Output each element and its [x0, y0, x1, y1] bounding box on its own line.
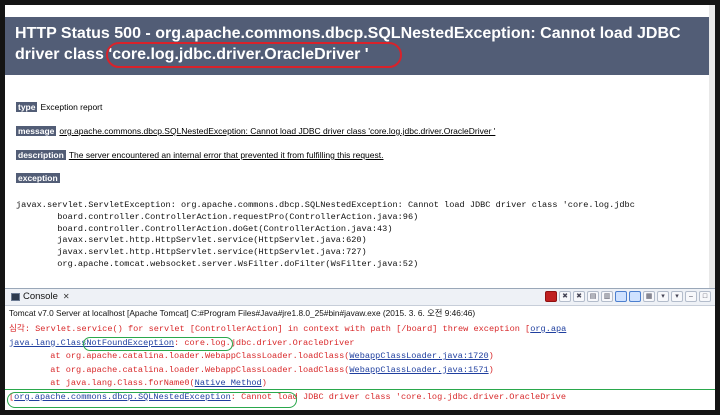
trace-line: javax.servlet.ServletException: org.apac… [16, 200, 635, 210]
exception-label: exception [16, 173, 60, 183]
console-link[interactable]: org.apa [530, 324, 566, 334]
pin-console-icon[interactable]: ▦ [643, 291, 655, 302]
console-line-1-text: 심각: Servlet.service() for servlet [Contr… [9, 324, 531, 334]
remove-launch-icon[interactable]: ✖ [559, 291, 571, 302]
show-on-error-icon[interactable] [629, 291, 641, 302]
maximize-icon[interactable]: □ [699, 291, 711, 302]
console-line-5-text: at java.lang.Class.forName0( [9, 378, 195, 389]
message-label: message [16, 126, 57, 136]
close-paren: ) [488, 351, 494, 362]
close-paren: ) [488, 364, 494, 375]
tab-console[interactable]: Console ✕ [7, 290, 76, 304]
description-value: The server encountered an internal error… [68, 150, 384, 160]
console-process-info: Tomcat v7.0 Server at localhost [Apache … [9, 308, 476, 318]
title-line-2-prefix: driver class [15, 46, 109, 63]
stack-trace: javax.servlet.ServletException: org.apac… [16, 200, 635, 271]
message-row: message org.apache.commons.dbcp.SQLNested… [16, 126, 495, 136]
minimize-icon[interactable]: – [685, 291, 697, 302]
exception-row: exception [16, 173, 63, 183]
description-label: description [16, 150, 66, 160]
trace-line: board.controller.ControllerAction.doGet(… [16, 223, 393, 234]
screenshot-frame: HTTP Status 500 - org.apache.commons.dbc… [5, 5, 715, 410]
error-page: HTTP Status 500 - org.apache.commons.dbc… [5, 5, 715, 288]
close-paren: ) [261, 378, 267, 389]
console-toolbar: ✖ ✖ ▤ ▥ ▦ ▾ ▾ – □ [545, 291, 711, 302]
title-line-1: HTTP Status 500 - org.apache.commons.dbc… [15, 25, 681, 42]
trace-line: javax.servlet.http.HttpServlet.service(H… [16, 235, 367, 246]
close-icon[interactable]: ✕ [63, 290, 70, 304]
open-console-icon[interactable]: ▾ [671, 291, 683, 302]
show-on-output-icon[interactable] [615, 291, 627, 302]
display-selected-console-icon[interactable]: ▾ [657, 291, 669, 302]
green-highlight-oval [7, 392, 297, 408]
tab-console-label: Console [23, 291, 58, 302]
trace-line: org.apache.tomcat.websocket.server.WsFil… [16, 258, 419, 269]
terminate-icon[interactable] [545, 291, 557, 302]
console-icon [11, 293, 20, 301]
console-line-4-text: at org.apache.catalina.loader.WebappClas… [9, 364, 350, 375]
console-view: Console ✕ ✖ ✖ ▤ ▥ ▦ ▾ ▾ – □ Tomcat v7.0 … [5, 288, 715, 410]
type-value: Exception report [40, 102, 103, 112]
green-highlight-oval [83, 337, 233, 351]
type-row: type Exception report [16, 102, 102, 112]
console-link[interactable]: WebappClassLoader.java:1720 [349, 351, 488, 361]
description-row: description The server encountered an int… [16, 150, 383, 160]
page-scrollbar[interactable] [709, 5, 715, 288]
trace-line: javax.servlet.http.HttpServlet.service(H… [16, 247, 367, 258]
trace-line: board.controller.ControllerAction.reques… [16, 211, 419, 222]
red-highlight-oval [106, 42, 402, 68]
console-link[interactable]: WebappClassLoader.java:1571 [349, 365, 488, 375]
scroll-lock-icon[interactable]: ▥ [601, 291, 613, 302]
type-label: type [16, 102, 38, 112]
console-link[interactable]: Native Method [195, 378, 262, 388]
console-line-3-text: at org.apache.catalina.loader.WebappClas… [9, 351, 350, 362]
remove-all-icon[interactable]: ✖ [573, 291, 585, 302]
clear-console-icon[interactable]: ▤ [587, 291, 599, 302]
message-value: org.apache.commons.dbcp.SQLNestedExcepti… [59, 126, 496, 136]
console-tabbar: Console ✕ ✖ ✖ ▤ ▥ ▦ ▾ ▾ – □ [5, 289, 715, 306]
green-underline [5, 389, 715, 390]
